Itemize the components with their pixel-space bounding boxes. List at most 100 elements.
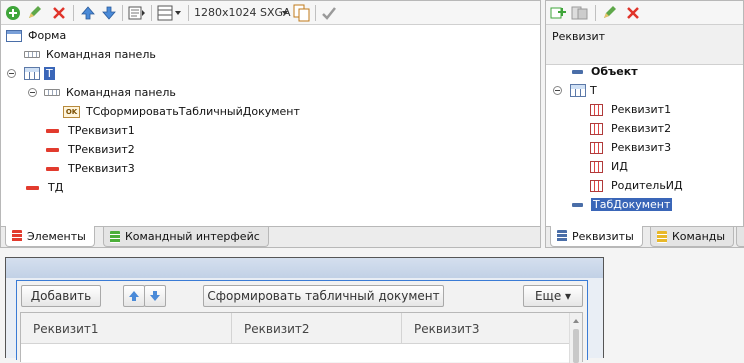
collapse-table-icon[interactable] (7, 69, 16, 78)
tree-item-object[interactable]: Объект (572, 63, 638, 80)
scroll-up-icon (573, 319, 579, 323)
object-icon (572, 69, 583, 74)
attributes-icon (557, 230, 567, 242)
tree-label: ТРеквизит1 (68, 124, 135, 137)
column-header[interactable]: Реквизит3 (402, 313, 571, 344)
tab-label: Командный интерфейс (125, 230, 260, 243)
command-panel-icon (24, 51, 40, 58)
table-scrollbar[interactable] (569, 313, 582, 363)
tab-label: Команды (672, 230, 726, 243)
edit-icon[interactable] (25, 4, 43, 22)
attributes-panel: Реквизит Объект Т Реквизит1 Реквизит2 Ре… (545, 0, 744, 248)
move-down-icon[interactable] (100, 4, 118, 22)
tree-item-id[interactable]: ИД (590, 158, 628, 175)
tree-item-tab-document[interactable]: ТабДокумент (572, 196, 673, 213)
tree-item-attr3[interactable]: ТРеквизит3 (46, 160, 135, 177)
add-button-label: Добавить (30, 289, 92, 303)
form-elements-panel: 1280x1024 SXGA Форма Командная панель Т … (0, 0, 541, 248)
elements-icon (12, 230, 22, 242)
field-icon (46, 128, 59, 133)
tree-item-attr1[interactable]: Реквизит1 (590, 101, 671, 118)
tree-item-parent-id[interactable]: РодительИД (590, 177, 683, 194)
generate-document-button[interactable]: Сформировать табличный документ (203, 285, 444, 307)
move-up-button[interactable] (123, 285, 145, 307)
table-header: Реквизит1 Реквизит2 Реквизит3 (21, 313, 569, 344)
tab-label: Реквизиты (572, 229, 634, 243)
attributes-header: Реквизит (546, 25, 743, 65)
column-header[interactable]: Реквизит2 (232, 313, 402, 344)
tree-item-command-panel[interactable]: Командная панель (24, 46, 156, 63)
tree-label: Т (44, 67, 55, 80)
attributes-column-header[interactable]: Реквизит (552, 30, 605, 43)
generate-button-label: Сформировать табличный документ (207, 289, 440, 303)
table-icon (24, 67, 40, 80)
tree-item-attr1[interactable]: ТРеквизит1 (46, 122, 135, 139)
attribute-icon (572, 202, 583, 207)
tree-label: Командная панель (66, 86, 176, 99)
check-icon[interactable] (320, 4, 338, 22)
command-panel-icon (44, 89, 60, 96)
tree-label: Реквизит1 (611, 103, 672, 116)
add-icon[interactable] (4, 4, 22, 22)
edit-attribute-icon[interactable] (600, 4, 618, 22)
layout-dropdown-icon[interactable] (173, 4, 183, 22)
tab-elements[interactable]: Элементы (5, 226, 95, 247)
tree-item-form[interactable]: Форма (6, 27, 66, 44)
elements-toolbar: 1280x1024 SXGA (1, 1, 540, 25)
collapse-table-icon[interactable] (553, 86, 562, 95)
delete-attribute-icon[interactable] (624, 4, 642, 22)
layout-icon[interactable] (156, 4, 174, 22)
more-button-label: Еще ▾ (534, 289, 572, 303)
command-interface-icon (110, 230, 120, 243)
move-down-button[interactable] (144, 285, 166, 307)
tree-label: ТРеквизит3 (68, 162, 135, 175)
form-preview-window: Добавить Сформировать табличный документ… (5, 257, 604, 363)
tree-item-td[interactable]: ТД (26, 179, 63, 196)
field-icon (46, 166, 59, 171)
tree-item-attr2[interactable]: Реквизит2 (590, 120, 671, 137)
preview-form: Добавить Сформировать табличный документ… (16, 280, 588, 363)
delete-icon[interactable] (50, 4, 68, 22)
tree-label: Реквизит2 (611, 122, 672, 135)
tree-label: ИД (611, 160, 628, 173)
commands-icon (657, 230, 667, 243)
form-icon (6, 29, 22, 42)
table-icon (570, 84, 586, 97)
copy-icon[interactable] (293, 4, 311, 22)
more-button[interactable]: Еще ▾ (523, 285, 583, 307)
tab-more[interactable] (736, 227, 744, 247)
add-button[interactable]: Добавить (21, 285, 101, 307)
tab-label: Элементы (27, 229, 86, 243)
field-icon (26, 185, 39, 190)
tree-item-command-button[interactable]: OK ТСформироватьТабличныйДокумент (63, 103, 300, 120)
tree-label: Реквизит3 (611, 141, 672, 154)
preview-table[interactable]: Реквизит1 Реквизит2 Реквизит3 (20, 312, 583, 363)
preview-icon[interactable] (128, 4, 146, 22)
resolution-label[interactable]: 1280x1024 SXGA (194, 6, 291, 19)
tab-attributes[interactable]: Реквизиты (550, 226, 643, 247)
field-icon (46, 147, 59, 152)
tree-label: Форма (28, 29, 67, 42)
column-icon (590, 122, 603, 135)
column-header[interactable]: Реквизит1 (21, 313, 232, 344)
tree-item-table[interactable]: Т (570, 82, 597, 99)
tree-item-attr2[interactable]: ТРеквизит2 (46, 141, 135, 158)
attribute-columns-icon[interactable] (571, 4, 589, 22)
tab-commands[interactable]: Команды (650, 227, 735, 247)
collapse-command-panel-icon[interactable] (28, 88, 37, 97)
attributes-toolbar (546, 1, 743, 25)
column-icon (590, 179, 603, 192)
add-attribute-icon[interactable] (550, 4, 568, 22)
tree-item-table[interactable]: Т (24, 65, 55, 82)
button-icon: OK (63, 105, 80, 118)
column-icon (590, 141, 603, 154)
tree-item-table-command-panel[interactable]: Командная панель (44, 84, 176, 101)
resolution-dropdown-icon[interactable] (280, 4, 290, 22)
move-up-icon[interactable] (79, 4, 97, 22)
elements-tab-bar: Элементы Командный интерфейс (1, 226, 540, 247)
tree-label: Командная панель (46, 48, 156, 61)
tree-item-attr3[interactable]: Реквизит3 (590, 139, 671, 156)
tab-command-interface[interactable]: Командный интерфейс (103, 227, 269, 247)
preview-title-bar (6, 258, 603, 278)
tree-label: ТСформироватьТабличныйДокумент (86, 105, 300, 118)
